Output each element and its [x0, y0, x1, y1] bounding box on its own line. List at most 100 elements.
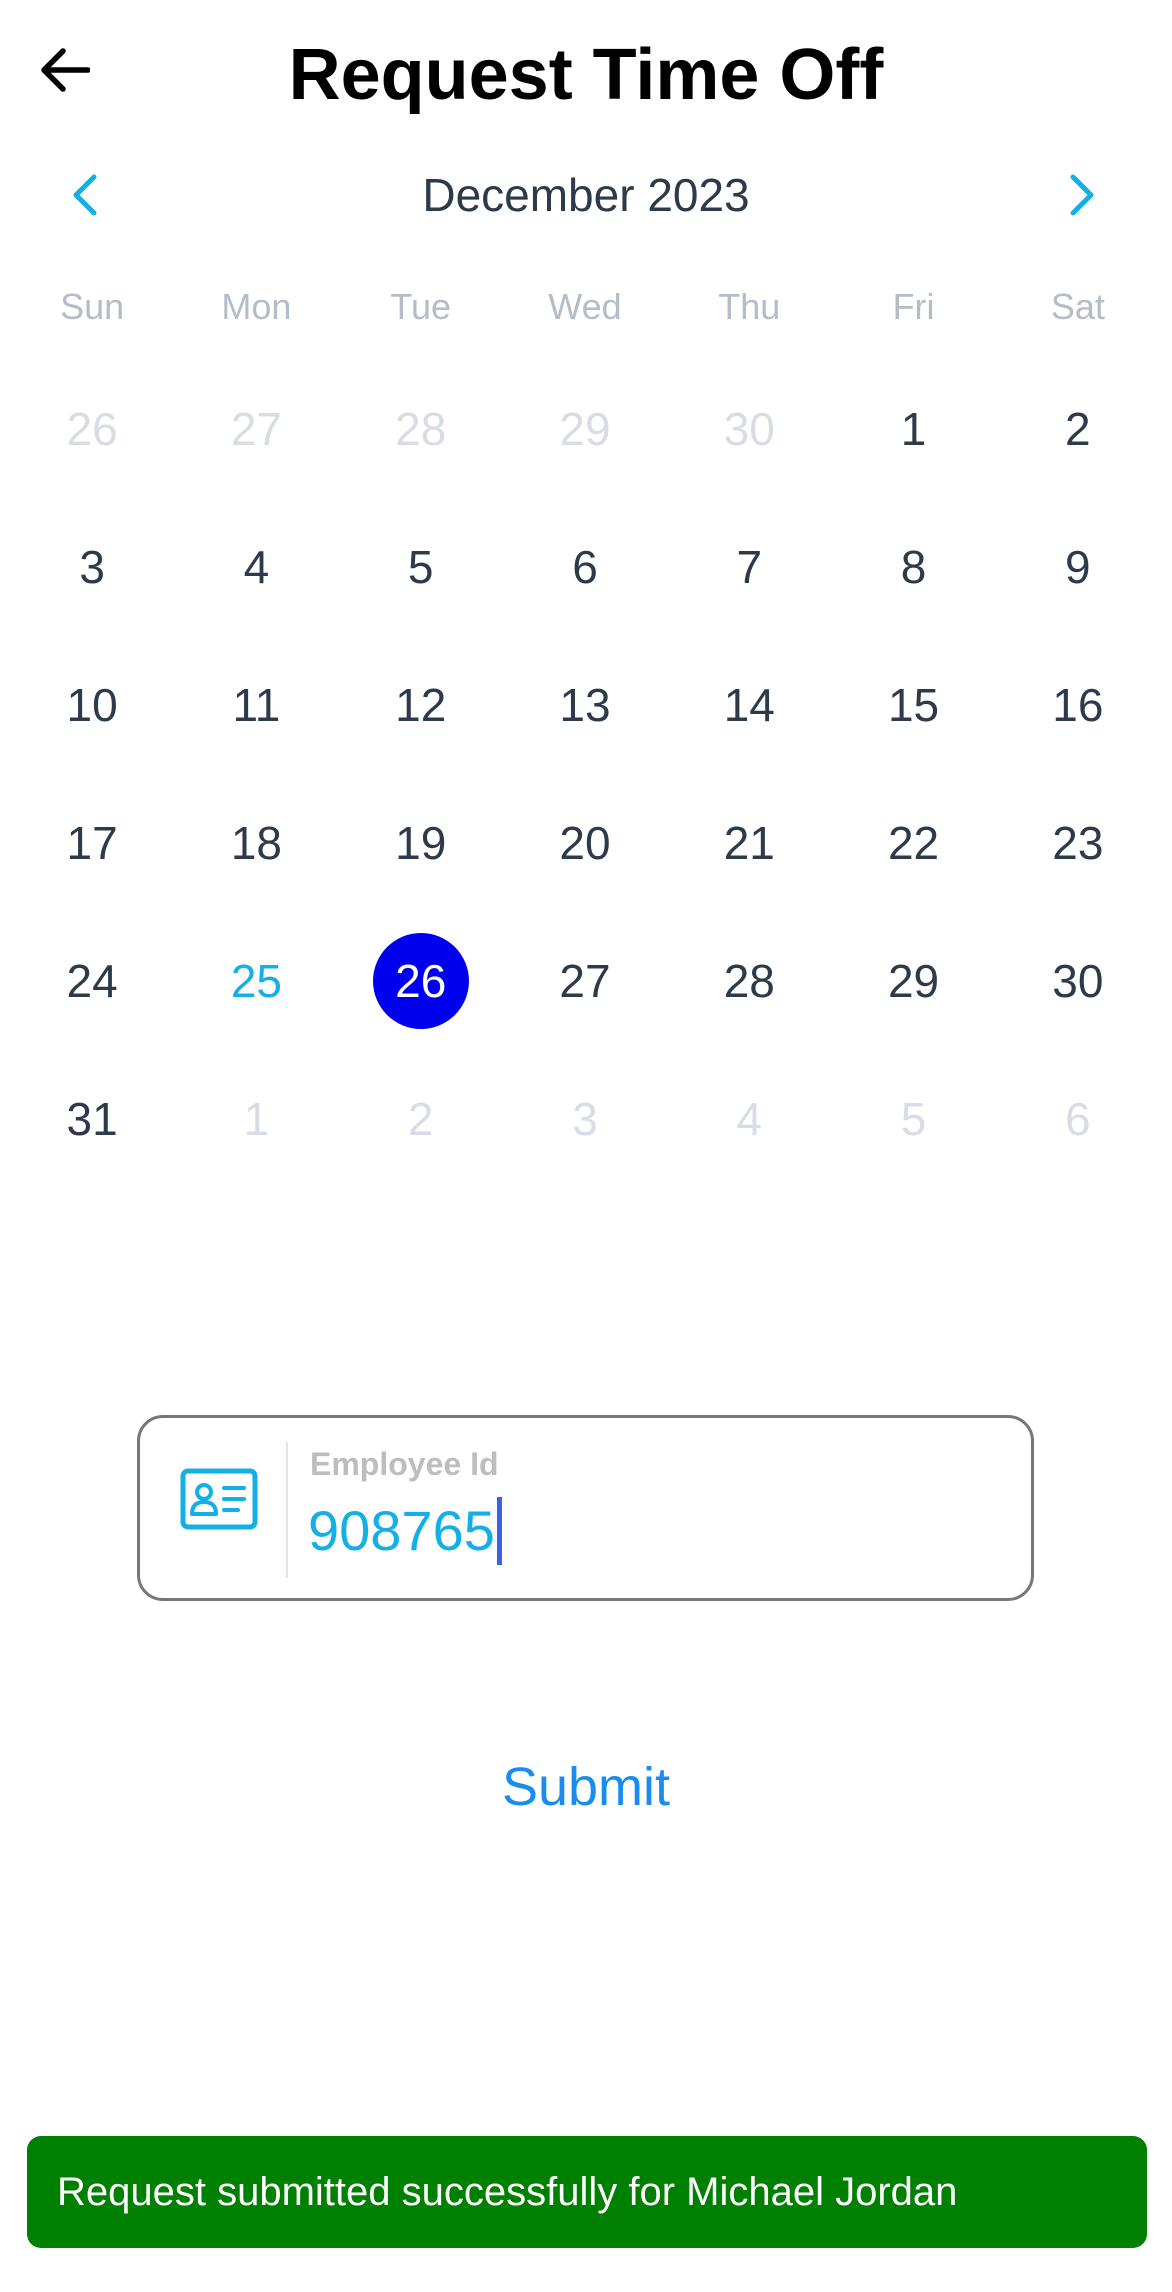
submit-button[interactable]: Submit [0, 1752, 1172, 1822]
day-number: 16 [1052, 679, 1104, 731]
day-number: 29 [559, 403, 611, 455]
calendar-day[interactable]: 6 [503, 498, 667, 636]
day-number: 5 [407, 541, 434, 593]
calendar-day[interactable]: 4 [174, 498, 338, 636]
day-number: 14 [723, 679, 775, 731]
employee-id-label: Employee Id [310, 1446, 499, 1482]
weekday-sat: Sat [1050, 286, 1105, 327]
calendar-day[interactable]: 23 [996, 774, 1160, 912]
calendar-day[interactable]: 7 [667, 498, 831, 636]
calendar-day[interactable]: 4 [667, 1050, 831, 1188]
day-number: 27 [230, 403, 282, 455]
calendar-day[interactable]: 29 [503, 360, 667, 498]
id-card-icon [180, 1468, 258, 1530]
calendar-day[interactable]: 16 [996, 636, 1160, 774]
day-number: 27 [559, 955, 611, 1007]
calendar-day[interactable]: 15 [831, 636, 995, 774]
day-number: 31 [66, 1093, 118, 1145]
calendar-day[interactable]: 3 [10, 498, 174, 636]
calendar-day[interactable]: 17 [10, 774, 174, 912]
calendar-day[interactable]: 28 [667, 912, 831, 1050]
calendar-day[interactable]: 30 [667, 360, 831, 498]
calendar-day[interactable]: 9 [996, 498, 1160, 636]
weekday-wed: Wed [548, 286, 622, 327]
field-divider [286, 1442, 288, 1578]
calendar-day[interactable]: 1 [831, 360, 995, 498]
day-number: 1 [900, 403, 927, 455]
day-number: 20 [559, 817, 611, 869]
calendar-day[interactable]: 26 [10, 360, 174, 498]
day-number: 2 [1065, 403, 1091, 455]
calendar-day[interactable]: 12 [339, 636, 503, 774]
toast-message: Request submitted successfully for Micha… [57, 2169, 958, 2214]
day-number: 29 [887, 955, 940, 1007]
day-number: 21 [723, 817, 775, 869]
employee-id-field[interactable]: Employee Id 908765 [137, 1415, 1034, 1601]
calendar-day[interactable]: 28 [339, 360, 503, 498]
day-number: 7 [736, 541, 763, 593]
day-number: 6 [572, 541, 598, 593]
calendar-day[interactable]: 29 [831, 912, 995, 1050]
day-number: 26 [66, 403, 118, 455]
calendar-day[interactable]: 3 [503, 1050, 667, 1188]
day-number: 30 [1052, 955, 1104, 1007]
calendar-day[interactable]: 22 [831, 774, 995, 912]
next-month-button[interactable] [1047, 160, 1117, 230]
text-caret [496, 1497, 502, 1565]
day-number: 4 [243, 541, 270, 593]
day-number: 17 [66, 817, 118, 869]
weekday-tue: Tue [390, 286, 452, 327]
calendar-day[interactable]: 10 [10, 636, 174, 774]
calendar-day-today[interactable]: 25 [174, 912, 338, 1050]
calendar-day[interactable]: 13 [503, 636, 667, 774]
day-number: 8 [900, 541, 927, 593]
calendar-day[interactable]: 14 [667, 636, 831, 774]
day-number: 11 [232, 679, 281, 731]
day-number: 26 [372, 933, 469, 1029]
day-number: 18 [230, 817, 282, 869]
calendar-grid: 26 27 28 29 30 1 2 3 4 5 6 7 8 9 10 11 12 13 14 15 16 17 18 19 2… [10, 360, 1160, 1188]
day-number: 30 [723, 403, 775, 455]
calendar-day[interactable]: 2 [339, 1050, 503, 1188]
calendar-day[interactable]: 6 [996, 1050, 1160, 1188]
calendar-day[interactable]: 19 [339, 774, 503, 912]
calendar-day[interactable]: 21 [667, 774, 831, 912]
day-number: 25 [230, 955, 282, 1007]
calendar-day[interactable]: 1 [174, 1050, 338, 1188]
day-number: 4 [736, 1093, 763, 1145]
day-number: 13 [559, 679, 611, 731]
day-number: 15 [887, 679, 940, 731]
weekday-fri: Fri [892, 286, 935, 327]
employee-id-value: 908765 [308, 1499, 495, 1562]
calendar-day[interactable]: 27 [503, 912, 667, 1050]
month-navigation: December 2023 [0, 160, 1172, 230]
day-number: 28 [395, 403, 447, 455]
calendar-day[interactable]: 27 [174, 360, 338, 498]
weekday-mon: Mon [221, 286, 292, 327]
day-number: 24 [66, 955, 118, 1007]
calendar-day[interactable]: 8 [831, 498, 995, 636]
success-toast: Request submitted successfully for Micha… [27, 2136, 1147, 2248]
calendar-day[interactable]: 5 [831, 1050, 995, 1188]
day-number: 9 [1065, 541, 1091, 593]
day-number: 12 [395, 679, 447, 731]
page-title: Request Time Off [288, 35, 884, 115]
calendar-day[interactable]: 2 [996, 360, 1160, 498]
calendar-day[interactable]: 31 [10, 1050, 174, 1188]
day-number: 3 [572, 1093, 598, 1145]
weekday-header: Sun Mon Tue Wed Thu Fri Sat [10, 282, 1160, 332]
chevron-right-icon [1070, 174, 1094, 216]
day-number: 1 [243, 1093, 270, 1145]
employee-id-input[interactable]: 908765 [308, 1496, 502, 1566]
calendar-day[interactable]: 30 [996, 912, 1160, 1050]
calendar-day[interactable]: 18 [174, 774, 338, 912]
day-number: 6 [1065, 1093, 1091, 1145]
calendar-day[interactable]: 24 [10, 912, 174, 1050]
day-number: 10 [66, 679, 118, 731]
calendar-day[interactable]: 20 [503, 774, 667, 912]
calendar-day[interactable]: 5 [339, 498, 503, 636]
day-number: 2 [407, 1093, 434, 1145]
weekday-thu: Thu [718, 286, 781, 327]
calendar-day-selected[interactable]: 26 [339, 912, 503, 1050]
calendar-day[interactable]: 11 [174, 636, 338, 774]
